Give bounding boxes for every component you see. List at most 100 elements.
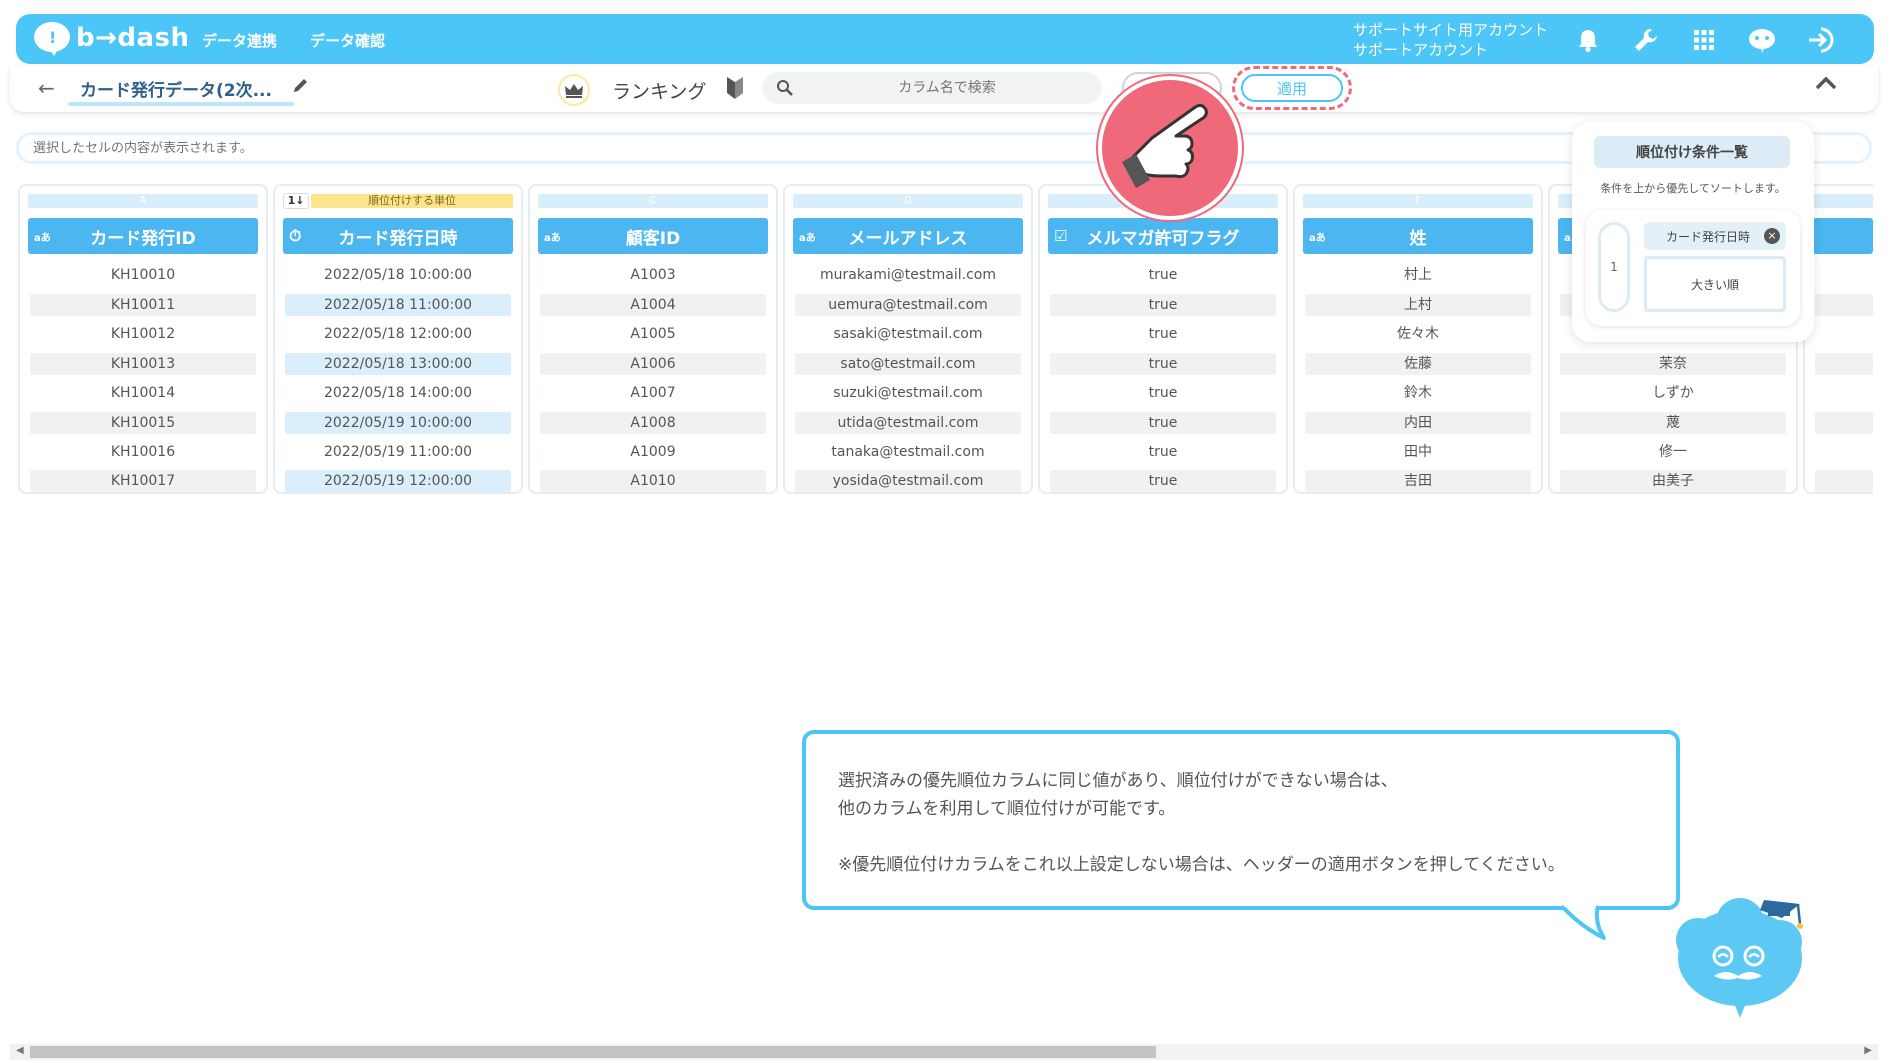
table-cell[interactable]: 由美子 (1560, 470, 1786, 492)
bubble-line-1: 選択済みの優先順位カラムに同じ値があり、順位付けができない場合は、 (838, 771, 1398, 791)
apply-button[interactable]: 適用 (1241, 74, 1343, 102)
column-header[interactable]: ☑ メルマガ許可フラグ (1048, 218, 1278, 254)
tutorial-speech-bubble: 選択済みの優先順位カラムに同じ値があり、順位付けができない場合は、 他のカラムを… (802, 730, 1680, 910)
table-cell[interactable]: 内田 (1305, 412, 1531, 434)
column-header[interactable] (1813, 218, 1873, 254)
table-cell[interactable]: uemura@testmail.com (795, 294, 1021, 316)
table-cell[interactable]: true (1050, 441, 1276, 463)
scroll-left-arrow-icon[interactable]: ◀ (16, 1045, 24, 1056)
table-cell[interactable]: 2022/05/19 12:00:00 (285, 470, 511, 492)
table-cell[interactable]: 蔑 (1560, 412, 1786, 434)
column-search[interactable] (762, 72, 1102, 104)
table-cell[interactable]: 2022/05/19 11:00:00 (285, 441, 511, 463)
scrollbar-thumb[interactable] (30, 1046, 1156, 1058)
table-cell[interactable]: true (1050, 323, 1276, 345)
logo[interactable]: ! b→dash (34, 22, 194, 56)
table-cell[interactable]: sasaki@testmail.com (795, 323, 1021, 345)
table-cell[interactable]: yosida@testmail.com (795, 470, 1021, 492)
table-cell[interactable]: 2022/05/18 14:00:00 (285, 382, 511, 404)
table-cell[interactable] (1815, 412, 1873, 434)
beginner-mark-icon[interactable] (726, 76, 744, 104)
table-cell[interactable]: 茉奈 (1560, 353, 1786, 375)
table-cell[interactable]: 2022/05/18 12:00:00 (285, 323, 511, 345)
panel-title: 順位付け条件一覧 (1594, 136, 1790, 168)
account-info[interactable]: サポートサイト用アカウント サポートアカウント (1353, 20, 1548, 60)
remove-condition-icon[interactable]: × (1764, 228, 1780, 244)
ranking-label: ランキング (612, 81, 707, 103)
table-cell[interactable]: sato@testmail.com (795, 353, 1021, 375)
logout-icon[interactable] (1806, 24, 1838, 56)
table-cell[interactable]: suzuki@testmail.com (795, 382, 1021, 404)
column-header[interactable]: aあ 顧客ID (538, 218, 768, 254)
table-cell[interactable]: 2022/05/19 10:00:00 (285, 412, 511, 434)
table-cell[interactable]: true (1050, 264, 1276, 286)
horizontal-scrollbar[interactable]: ◀ ▶ (10, 1044, 1878, 1060)
table-cell[interactable]: true (1050, 382, 1276, 404)
column-header[interactable]: aあ メールアドレス (793, 218, 1023, 254)
column-card[interactable]: D aあ メールアドレス murakami@testmail.com uemur… (783, 184, 1033, 494)
condition-order-select[interactable]: 大きい順 (1644, 256, 1786, 312)
table-cell[interactable]: A1010 (540, 470, 766, 492)
table-cell[interactable] (1815, 470, 1873, 492)
dataset-name-underline (68, 102, 294, 106)
column-header[interactable]: aあ カード発行ID (28, 218, 258, 254)
table-cell[interactable]: 佐藤 (1305, 353, 1531, 375)
column-card[interactable]: A aあ カード発行ID KH10010 KH10011 KH10012 KH1… (18, 184, 268, 494)
table-cell[interactable] (1815, 353, 1873, 375)
chevron-up-icon[interactable] (1814, 74, 1838, 96)
column-header[interactable]: aあ 姓 (1303, 218, 1533, 254)
pencil-icon[interactable] (292, 76, 310, 98)
table-cell[interactable]: KH10016 (30, 441, 256, 463)
table-cell[interactable]: true (1050, 294, 1276, 316)
nav-data-check[interactable]: データ確認 (310, 30, 385, 51)
scroll-right-arrow-icon[interactable]: ▶ (1864, 1045, 1872, 1056)
table-cell[interactable]: KH10011 (30, 294, 256, 316)
table-cell[interactable]: tanaka@testmail.com (795, 441, 1021, 463)
bubble-line-2: 他のカラムを利用して順位付けが可能です。 (838, 799, 1176, 819)
table-cell[interactable]: 吉田 (1305, 470, 1531, 492)
column-header[interactable]: ⏱ カード発行日時 (283, 218, 513, 254)
dataset-name[interactable]: カード発行データ(2次... (80, 76, 272, 101)
table-cell[interactable] (1815, 294, 1873, 316)
column-card[interactable]: E ☑ メルマガ許可フラグ true true true true true t… (1038, 184, 1288, 494)
table-cell[interactable]: A1005 (540, 323, 766, 345)
table-cell[interactable]: A1006 (540, 353, 766, 375)
table-cell[interactable]: 鈴木 (1305, 382, 1531, 404)
table-cell[interactable]: KH10017 (30, 470, 256, 492)
bell-icon[interactable] (1572, 24, 1604, 56)
table-cell[interactable]: utida@testmail.com (795, 412, 1021, 434)
table-cell[interactable]: A1004 (540, 294, 766, 316)
table-cell[interactable]: A1009 (540, 441, 766, 463)
column-search-input[interactable] (802, 72, 1092, 104)
ranking-condition-card[interactable]: 1 カード発行日時 × 大きい順 (1586, 210, 1800, 326)
grid-icon[interactable] (1688, 24, 1720, 56)
table-cell[interactable]: true (1050, 353, 1276, 375)
table-cell[interactable]: 2022/05/18 13:00:00 (285, 353, 511, 375)
table-cell[interactable]: 佐々木 (1305, 323, 1531, 345)
nav-data-integration[interactable]: データ連携 (202, 30, 277, 51)
table-cell[interactable]: 上村 (1305, 294, 1531, 316)
table-cell[interactable]: 田中 (1305, 441, 1531, 463)
table-cell[interactable]: KH10014 (30, 382, 256, 404)
table-cell[interactable]: KH10012 (30, 323, 256, 345)
table-cell[interactable]: A1003 (540, 264, 766, 286)
column-card-sorted[interactable]: 1↓ 順位付けする単位 ⏱ カード発行日時 2022/05/18 10:00:0… (273, 184, 523, 494)
column-card[interactable]: F aあ 姓 村上 上村 佐々木 佐藤 鈴木 内田 田中 吉田 (1293, 184, 1543, 494)
table-cell[interactable]: true (1050, 470, 1276, 492)
table-cell[interactable]: KH10015 (30, 412, 256, 434)
table-cell[interactable]: KH10010 (30, 264, 256, 286)
table-cell[interactable]: 修一 (1560, 441, 1786, 463)
table-cell[interactable]: 村上 (1305, 264, 1531, 286)
table-cell[interactable]: murakami@testmail.com (795, 264, 1021, 286)
table-cell[interactable]: true (1050, 412, 1276, 434)
table-cell[interactable]: A1008 (540, 412, 766, 434)
wrench-icon[interactable] (1630, 24, 1662, 56)
mascot-chat-icon[interactable] (1746, 24, 1778, 56)
table-cell[interactable]: 2022/05/18 11:00:00 (285, 294, 511, 316)
back-arrow-icon[interactable]: ← (38, 76, 55, 100)
column-card[interactable]: C aあ 顧客ID A1003 A1004 A1005 A1006 A1007 … (528, 184, 778, 494)
table-cell[interactable]: しずか (1560, 382, 1786, 404)
table-cell[interactable]: KH10013 (30, 353, 256, 375)
table-cell[interactable]: 2022/05/18 10:00:00 (285, 264, 511, 286)
table-cell[interactable]: A1007 (540, 382, 766, 404)
